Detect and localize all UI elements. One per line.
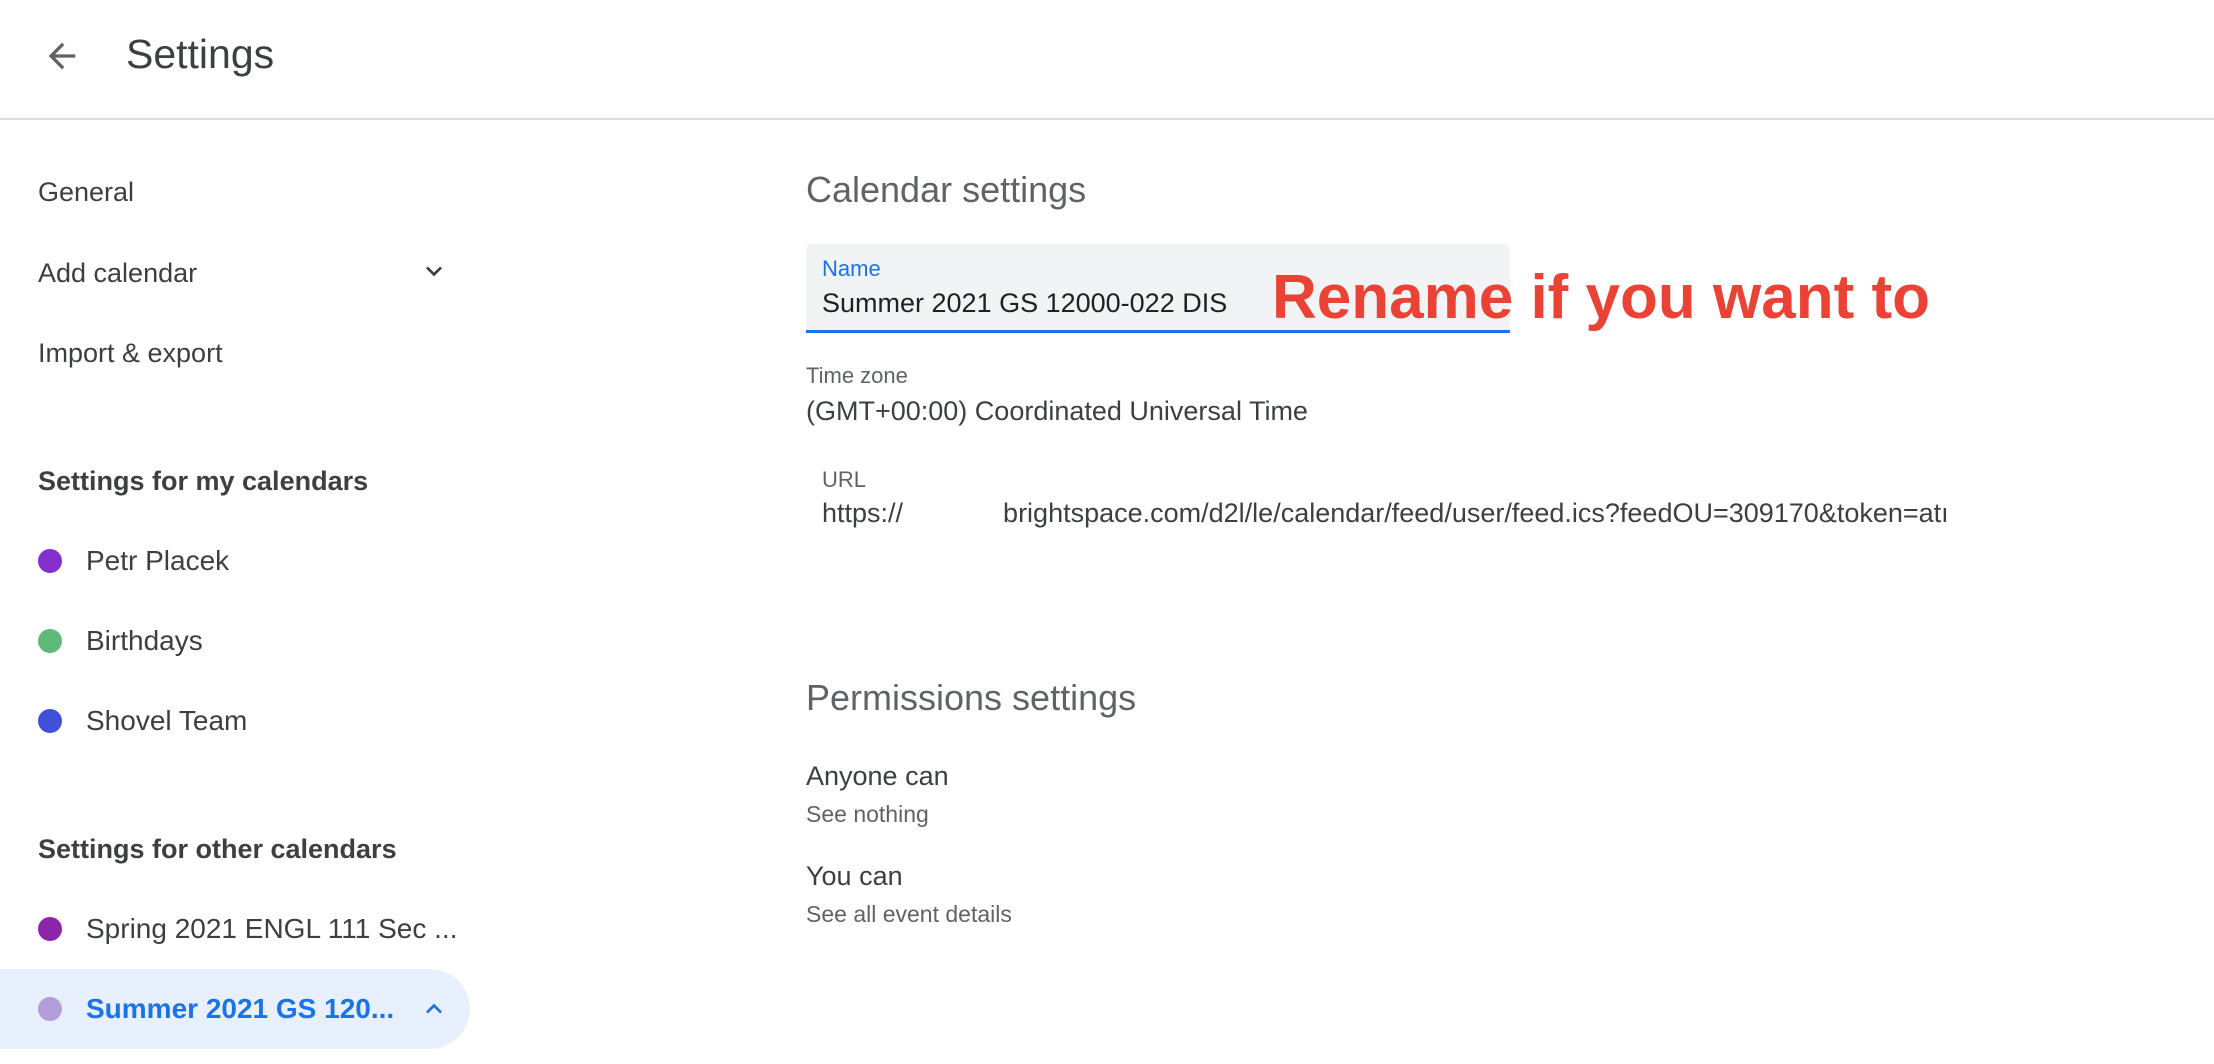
calendar-color-dot [38, 997, 62, 1021]
nav-add-calendar[interactable]: Add calendar [38, 253, 197, 293]
calendar-item-summer-2021-gs[interactable]: Summer 2021 GS 120... [0, 969, 470, 1049]
timezone-value[interactable]: (GMT+00:00) Coordinated Universal Time [806, 396, 1308, 427]
timezone-label: Time zone [806, 363, 908, 388]
calendar-color-dot [38, 917, 62, 941]
calendar-label: Birthdays [86, 625, 203, 656]
other-calendars-heading: Settings for other calendars [38, 834, 397, 864]
calendar-label: Spring 2021 ENGL 111 Sec ... [86, 913, 458, 944]
you-can-value: See all event details [806, 901, 1012, 927]
main-content: Calendar settings Name Rename if you wan… [806, 120, 2206, 1064]
nav-import-export[interactable]: Import & export [38, 333, 223, 373]
you-can-title: You can [806, 861, 903, 891]
url-rest: brightspace.com/d2l/le/calendar/feed/use… [1003, 498, 1949, 528]
back-button[interactable] [30, 24, 94, 88]
calendar-settings-heading: Calendar settings [806, 169, 1087, 210]
nav-general[interactable]: General [38, 172, 134, 212]
anyone-can-title: Anyone can [806, 761, 949, 791]
my-calendars-heading: Settings for my calendars [38, 466, 369, 496]
calendar-color-dot [38, 709, 62, 733]
page-title: Settings [126, 31, 275, 77]
annotation-text: Rename if you want to [1272, 263, 1930, 332]
arrow-back-icon [48, 42, 76, 70]
url-prefix: https:// [822, 498, 904, 528]
calendar-item-shovel-team[interactable]: Shovel Team [0, 681, 470, 761]
anyone-can-value: See nothing [806, 801, 929, 827]
url-value[interactable]: https:// brightspace.com/d2l/le/calendar/… [822, 498, 2012, 529]
calendar-color-dot [38, 629, 62, 653]
calendar-label: Shovel Team [86, 705, 248, 736]
sidebar: General Add calendar Import & export Set… [0, 120, 480, 1064]
permissions-heading: Permissions settings [806, 677, 1137, 718]
calendar-label: Petr Placek [86, 545, 230, 576]
calendar-item-birthdays[interactable]: Birthdays [0, 601, 470, 681]
calendar-item-petr-placek[interactable]: Petr Placek [0, 521, 470, 601]
chevron-up-icon[interactable] [418, 993, 450, 1025]
url-label: URL [822, 467, 867, 492]
chevron-down-icon[interactable] [418, 255, 450, 287]
calendar-item-spring-2021-engl[interactable]: Spring 2021 ENGL 111 Sec ... [0, 889, 470, 969]
calendar-label: Summer 2021 GS 120... [86, 993, 395, 1024]
url-redaction [903, 502, 1004, 527]
calendar-color-dot [38, 549, 62, 573]
name-label: Name [822, 256, 881, 281]
top-bar: Settings [0, 0, 2214, 120]
